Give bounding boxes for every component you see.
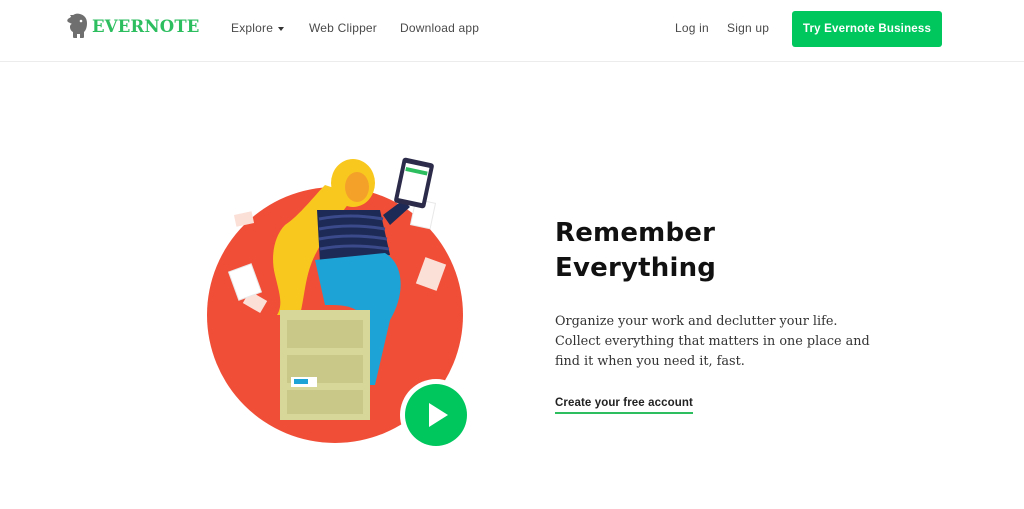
- brand-name: EVERNOTE: [92, 16, 200, 36]
- top-navigation-bar: EVERNOTE Explore Web Clipper Download ap…: [0, 0, 1024, 62]
- nav-explore-label: Explore: [231, 21, 274, 35]
- hero-title-line-1: Remember: [555, 218, 716, 248]
- hero-description-line-1: Organize your work and declutter your li…: [555, 314, 838, 329]
- signup-link[interactable]: Sign up: [727, 21, 769, 35]
- hero-description: Organize your work and declutter your li…: [555, 312, 870, 372]
- play-video-button[interactable]: [400, 379, 472, 451]
- evernote-logo[interactable]: EVERNOTE: [67, 13, 200, 39]
- nav-download-app[interactable]: Download app: [400, 21, 479, 35]
- nav-explore[interactable]: Explore: [231, 21, 285, 35]
- woman-on-file-cabinet-illustration: [207, 157, 472, 451]
- hero-description-line-3: find it when you need it, fast.: [555, 354, 745, 369]
- login-link[interactable]: Log in: [675, 21, 709, 35]
- hero-title-line-2: Everything: [555, 253, 717, 283]
- create-free-account-link[interactable]: Create your free account: [555, 397, 693, 414]
- hero-title: Remember Everything: [555, 216, 716, 286]
- elephant-icon: [67, 13, 87, 38]
- try-evernote-business-button[interactable]: Try Evernote Business: [792, 11, 942, 47]
- hero-description-line-2: Collect everything that matters in one p…: [555, 334, 870, 349]
- caret-down-icon: [278, 26, 285, 31]
- try-business-label: Try Evernote Business: [802, 23, 932, 35]
- nav-web-clipper[interactable]: Web Clipper: [309, 21, 377, 35]
